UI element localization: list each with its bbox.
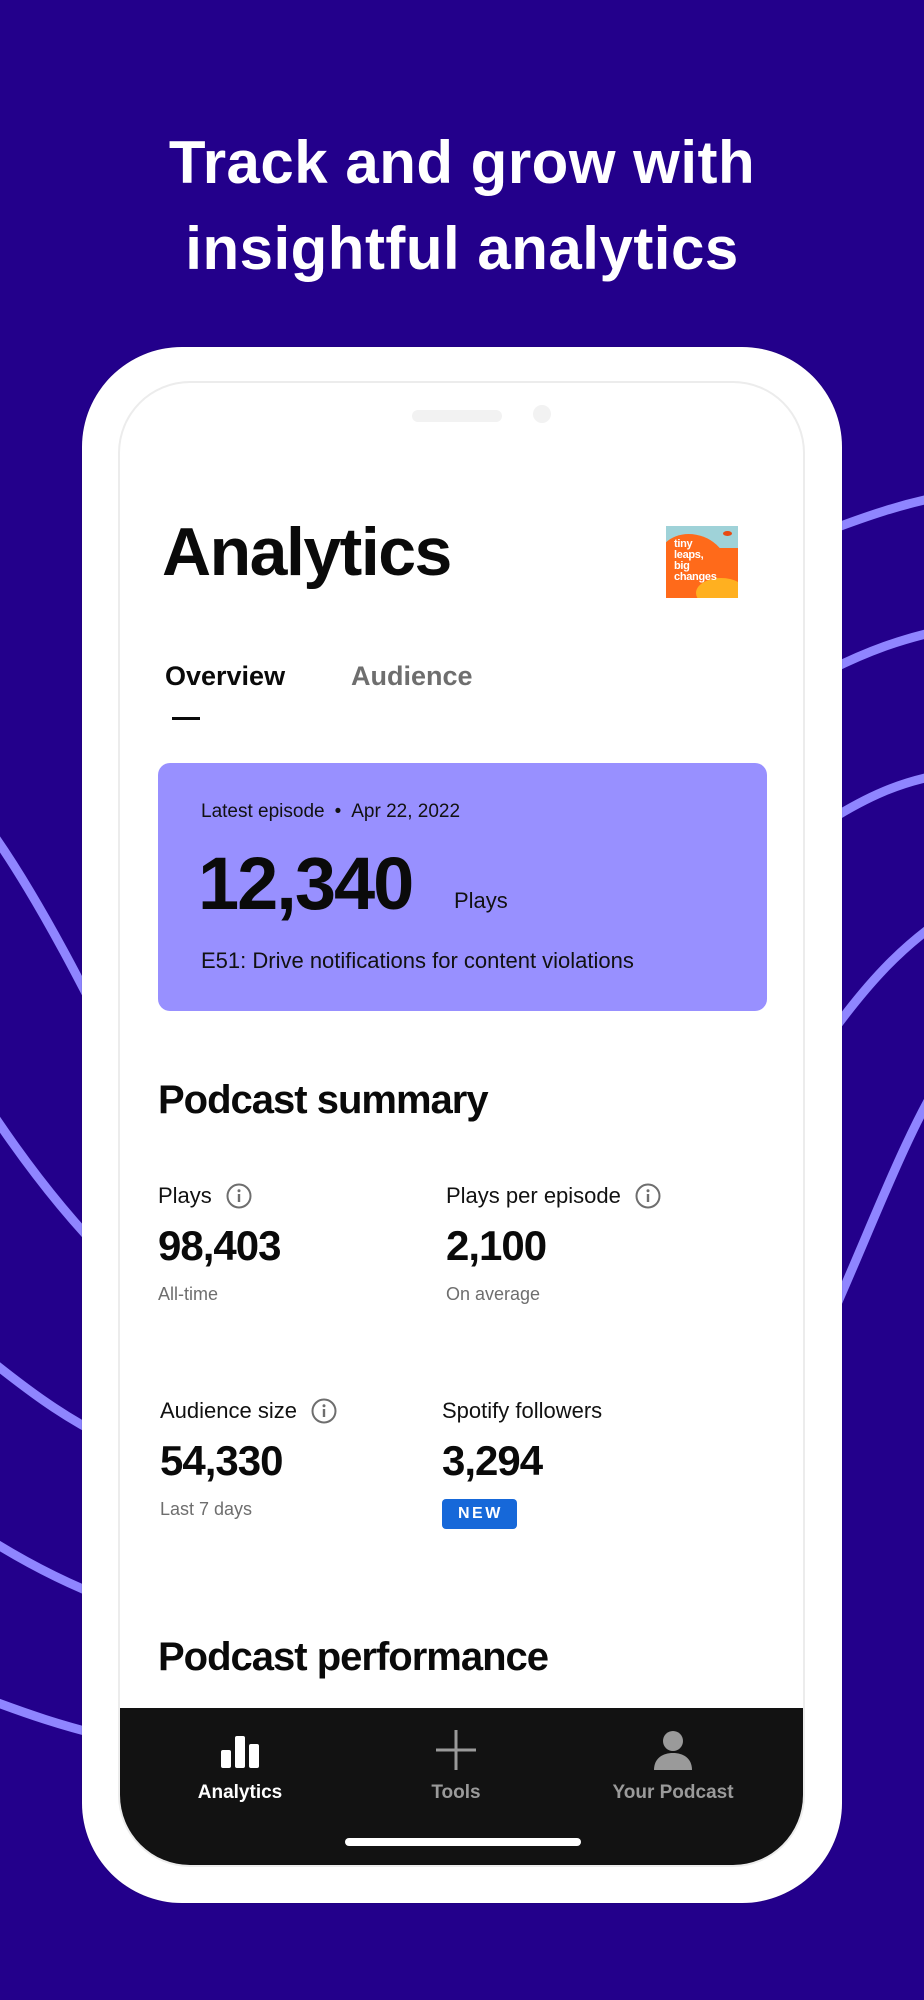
info-icon[interactable]	[635, 1183, 661, 1209]
stat-plays: Plays 98,403 All-time	[158, 1180, 281, 1305]
stat-sub: All-time	[158, 1284, 219, 1304]
person-icon	[654, 1731, 692, 1770]
stat-label: Plays per episode	[446, 1183, 621, 1208]
episode-plays-label: Plays	[454, 888, 508, 913]
plus-icon	[436, 1730, 476, 1770]
podcast-avatar[interactable]: tiny leaps, big changes	[666, 526, 738, 598]
episode-label: Latest episode	[201, 801, 325, 822]
nav-item-tools[interactable]: Tools	[356, 1728, 556, 1804]
nav-label: Your Podcast	[612, 1782, 734, 1803]
tab-overview[interactable]: Overview	[165, 661, 285, 692]
stat-value: 98,403	[158, 1222, 281, 1269]
episode-date: Apr 22, 2022	[351, 801, 461, 822]
episode-title: E51: Drive notifications for content vio…	[201, 948, 634, 973]
bar-chart-icon	[221, 1736, 259, 1768]
bird-icon	[723, 531, 732, 536]
front-camera	[533, 405, 551, 423]
stat-value: 2,100	[446, 1222, 547, 1269]
new-badge: NEW	[442, 1499, 517, 1529]
headline: Track and grow with insightful analytics	[0, 120, 924, 292]
stat-value: 54,330	[160, 1437, 283, 1484]
bottom-navigation: Analytics Tools Your Podcast	[120, 1708, 803, 1865]
stat-value: 3,294	[442, 1437, 543, 1484]
stat-label: Plays	[158, 1183, 212, 1208]
info-icon[interactable]	[226, 1183, 252, 1209]
active-tab-indicator	[172, 717, 200, 720]
episode-meta: Latest episode • Apr 22, 2022	[201, 801, 460, 823]
meta-separator: •	[334, 801, 342, 822]
podcast-performance-title: Podcast performance	[158, 1635, 549, 1679]
tab-audience[interactable]: Audience	[351, 661, 473, 692]
phone-screen: Analytics tiny leaps, big changes Overvi…	[120, 383, 803, 1865]
nav-item-your-podcast[interactable]: Your Podcast	[573, 1728, 773, 1804]
nav-label: Tools	[431, 1782, 481, 1803]
nav-item-analytics[interactable]: Analytics	[140, 1728, 340, 1804]
nav-label: Analytics	[197, 1782, 283, 1803]
headline-line-1: Track and grow with	[168, 129, 756, 196]
stat-label: Audience size	[160, 1398, 297, 1423]
home-indicator	[345, 1838, 581, 1846]
stat-sub: On average	[446, 1284, 541, 1304]
latest-episode-card[interactable]: Latest episode • Apr 22, 2022 12,340 Plays…	[158, 763, 767, 1011]
podcast-summary-title: Podcast summary	[158, 1078, 489, 1122]
stat-spotify-followers: Spotify followers 3,294 NEW	[442, 1395, 602, 1529]
avatar-text: tiny leaps, big changes	[674, 538, 717, 583]
stat-audience-size: Audience size 54,330 Last 7 days	[160, 1395, 337, 1520]
stat-sub: Last 7 days	[160, 1499, 253, 1519]
stat-label: Spotify followers	[442, 1398, 603, 1423]
headline-line-2: insightful analytics	[185, 215, 739, 282]
episode-plays-count: 12,340	[198, 842, 414, 925]
stat-plays-per-episode: Plays per episode 2,100 On average	[446, 1180, 661, 1305]
page-title: Analytics	[162, 514, 452, 590]
speaker-slot	[412, 410, 502, 422]
info-icon[interactable]	[311, 1398, 337, 1424]
